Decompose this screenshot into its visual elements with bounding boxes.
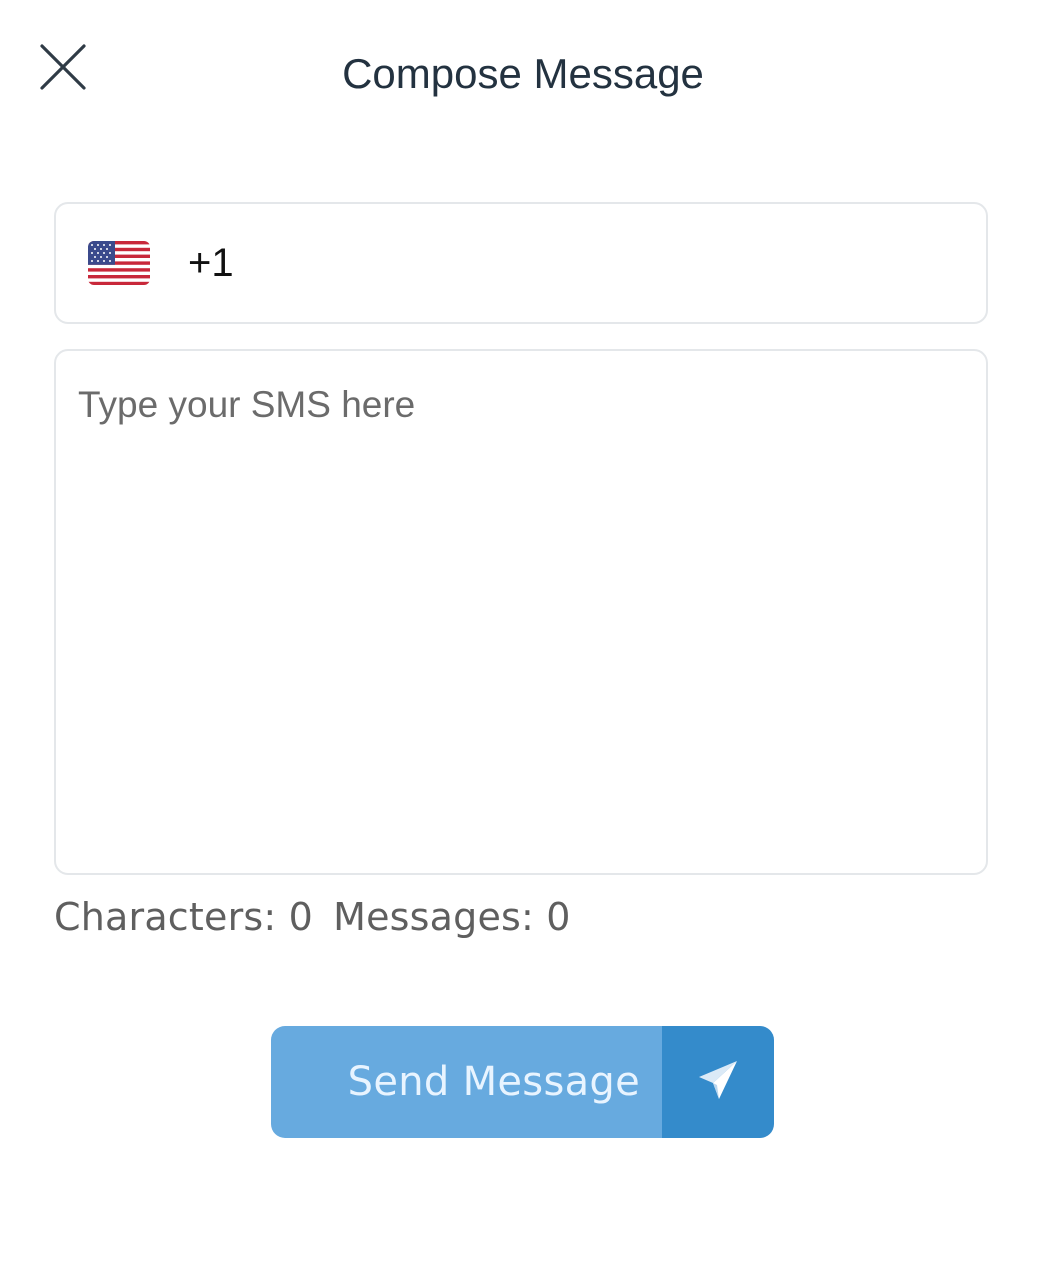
messages-count: Messages: 0	[333, 895, 571, 939]
phone-field[interactable]: +1	[54, 202, 988, 324]
page-title: Compose Message	[342, 50, 704, 97]
send-button-icon-area[interactable]	[662, 1026, 774, 1138]
send-icon	[695, 1057, 741, 1108]
send-message-button[interactable]: Send Message	[271, 1026, 774, 1138]
dial-code: +1	[188, 240, 234, 285]
sms-textarea[interactable]	[54, 349, 988, 875]
characters-count: Characters: 0	[54, 895, 314, 939]
phone-number-input[interactable]	[243, 222, 966, 304]
send-button-label: Send Message	[347, 1059, 640, 1105]
us-flag-icon[interactable]	[56, 241, 150, 285]
send-button-label-area[interactable]: Send Message	[271, 1026, 662, 1138]
message-counter: Characters: 0 Messages: 0	[54, 892, 571, 942]
